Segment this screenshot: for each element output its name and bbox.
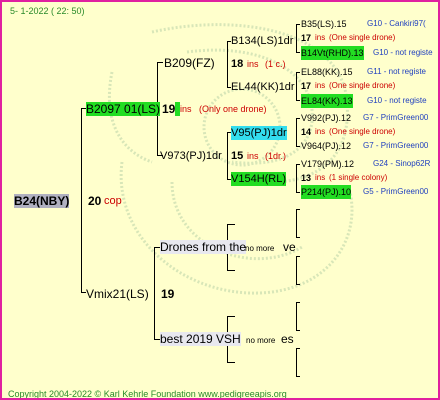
g2-c-tail: ve (283, 240, 296, 254)
sire-note: (Only one drone) (199, 104, 267, 114)
connector-g3 (296, 72, 297, 100)
g3-a1-note: (1 c.) (265, 59, 286, 69)
connector-empty (296, 256, 297, 284)
connector-g3 (296, 24, 297, 52)
connector (157, 62, 163, 63)
connector (296, 118, 300, 119)
g4-6-note: (1 single colony) (329, 173, 388, 182)
g4-4-name[interactable]: V992(PJ).12 (301, 111, 351, 125)
g4-5-info: G7 - PrimGreen00 (363, 141, 429, 150)
g4-0-name[interactable]: B35(LS).15 (301, 17, 347, 31)
connector (296, 348, 300, 349)
g4-0-note-ins: ins (315, 33, 326, 42)
connector (227, 362, 235, 363)
g3-a1-generation-number: 18 (231, 58, 244, 70)
connector (296, 237, 300, 238)
connector (296, 146, 300, 147)
sire-generation-number: 19 (162, 102, 176, 116)
connector (296, 209, 300, 210)
g4-4-note-ins: ins (315, 127, 326, 136)
g4-6-note-ins: ins (315, 173, 326, 182)
g4-0-generation-number: 17 (301, 33, 312, 43)
g3-a2-name[interactable]: EL44(KK)1dr (231, 80, 295, 94)
g2-b-name[interactable]: V973(PJ)1dr (160, 149, 222, 163)
connector-g3 (296, 118, 297, 146)
connector (227, 270, 235, 271)
g4-0-info: G10 - Cankiri97( (367, 19, 426, 28)
g2-c-mid: no more (245, 244, 275, 253)
g4-3-name[interactable]: EL84(KK).13 (301, 94, 353, 108)
connector (296, 164, 300, 165)
connector-g2a (227, 41, 228, 87)
g4-6-generation-number: 13 (301, 173, 312, 183)
g4-7-info: G5 - PrimGreen00 (363, 187, 429, 196)
g2-d-name[interactable]: best 2019 VSH (160, 332, 241, 346)
g4-7-name[interactable]: P214(PJ).10 (301, 185, 352, 199)
connector (227, 224, 235, 225)
footer-copyright: Copyright 2004-2022 © Karl Kehrle Founda… (8, 389, 287, 399)
dam-name[interactable]: Vmix21(LS) (86, 287, 149, 301)
g2-d-tail: es (281, 332, 294, 346)
g3-b2-name[interactable]: V154H(RL) (231, 172, 287, 186)
g3-a1-name[interactable]: B134(LS)1dr (231, 34, 293, 48)
connector-empty (296, 302, 297, 330)
connector-root (81, 108, 82, 292)
g2-d-mid: no more (246, 336, 276, 345)
g4-2-generation-number: 17 (301, 81, 312, 91)
pedigree-frame: 5- 1-2022 ( 22: 50) B24(NBY) 20 cop B209… (0, 0, 440, 400)
g4-1-name[interactable]: B14Vt(RHD).13 (301, 46, 364, 60)
connector (227, 316, 235, 317)
g4-5-name[interactable]: V964(PJ).12 (301, 139, 351, 153)
g4-2-note-ins: ins (315, 81, 326, 90)
g4-3-info: G10 - not registe (367, 96, 427, 105)
connector (296, 192, 300, 193)
g4-6-info: G24 - Sinop62R (373, 159, 431, 168)
connector-g2b (227, 132, 228, 179)
connector (296, 24, 300, 25)
connector-g3 (296, 164, 297, 192)
root-generation-number: 20 (88, 194, 102, 208)
root-note: cop (104, 195, 122, 207)
g4-2-info: G11 - not registe (367, 67, 426, 76)
connector (296, 284, 300, 285)
dam-generation-number: 19 (161, 287, 175, 301)
g2-a-name[interactable]: B209(FZ) (164, 56, 215, 70)
connector (296, 52, 300, 53)
g2-c-name[interactable]: Drones from the (160, 240, 247, 254)
g4-1-info: G10 - not registe (373, 48, 433, 57)
connector (296, 256, 300, 257)
g4-4-info: G7 - PrimGreen00 (363, 113, 429, 122)
connector (296, 330, 300, 331)
g2-b-note-ins: ins (247, 151, 259, 161)
g2-b-generation-number: 15 (231, 150, 244, 162)
header-date: 5- 1-2022 ( 22: 50) (10, 6, 85, 16)
g4-6-name[interactable]: V179(PM).12 (301, 157, 354, 171)
connector (296, 100, 300, 101)
connector (296, 302, 300, 303)
g3-a1-note-ins: ins (247, 59, 259, 69)
g4-2-name[interactable]: EL88(KK).15 (301, 65, 353, 79)
g4-4-note: (One single drone) (329, 127, 396, 136)
sire-note-ins: ins (180, 104, 192, 114)
g2-b-note: (1dr.) (265, 151, 287, 161)
connector-dam (154, 247, 155, 339)
g4-4-generation-number: 14 (301, 127, 312, 137)
connector-empty (296, 348, 297, 376)
connector (296, 72, 300, 73)
g4-0-note: (One single drone) (329, 33, 396, 42)
connector-empty (296, 209, 297, 237)
g4-2-note: (One single drone) (329, 81, 396, 90)
connector (296, 376, 300, 377)
sire-name[interactable]: B2097 01(LS) (86, 102, 161, 116)
root-queen-name[interactable]: B24(NBY) (14, 194, 70, 208)
g3-b1-name[interactable]: V95(PJ)1dr (231, 126, 287, 140)
